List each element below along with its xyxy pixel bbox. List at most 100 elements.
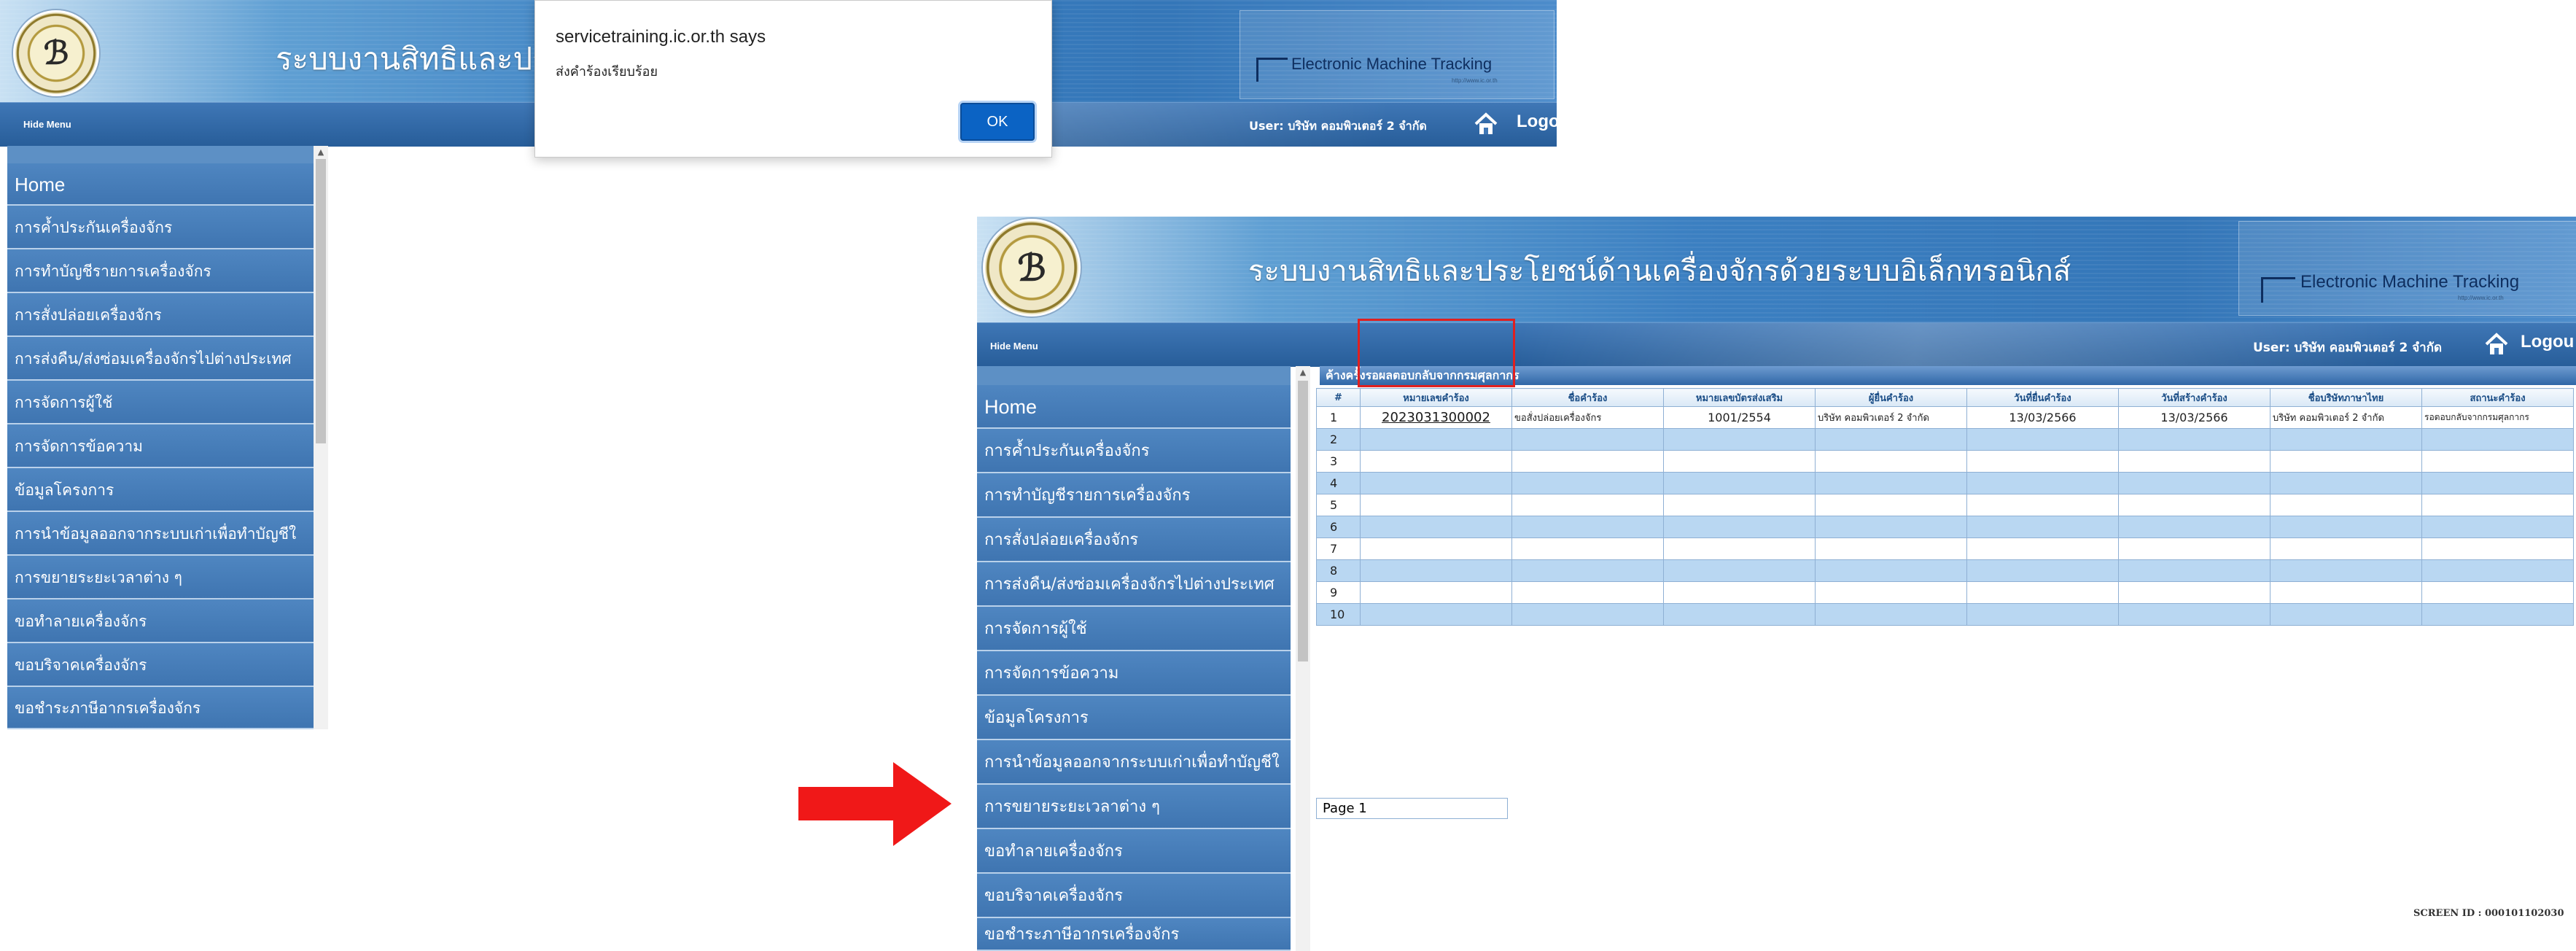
sidebar-item-legacy-export[interactable]: การนำข้อมูลออกจากระบบเก่าเพื่อทำบัญชีใ [7, 512, 314, 556]
sidebar-item-pay-tax[interactable]: ขอชำระภาษีอากรเครื่องจักร [977, 918, 1291, 951]
col-header-promo-card[interactable]: หมายเลขบัตรส่งเสริม [1663, 388, 1816, 407]
promo-no-cell: 1001/2554 [1663, 406, 1816, 429]
table-row: 1 2023031300002 ขอสั่งปล่อยเครื่องจักร 1… [1316, 406, 2574, 429]
sidebar-item-user-management[interactable]: การจัดการผู้ใช้ [7, 381, 314, 424]
row-number: 9 [1316, 581, 1361, 604]
sidebar-item-label: การทำบัญชีรายการเครื่องจักร [15, 263, 211, 280]
col-header-submit-date[interactable]: วันที่ยื่นคำร้อง [1966, 388, 2119, 407]
department-logo: ℬ [13, 10, 99, 96]
screen-id: SCREEN ID : 000101102030 [2413, 908, 2564, 919]
table-row: 3 [1316, 450, 2574, 473]
sidebar-item-release-order[interactable]: การสั่งปล่อยเครื่องจักร [977, 518, 1291, 562]
request-name-cell: ขอสั่งปล่อยเครื่องจักร [1511, 406, 1664, 429]
col-header-request-no[interactable]: หมายเลขคำร้อง [1360, 388, 1512, 407]
col-header-number[interactable]: # [1316, 388, 1361, 407]
home-icon[interactable] [2483, 332, 2510, 357]
app-header: ℬ ระบบงานสิทธิและประโยชน์ด้านเครื่องจักร… [977, 217, 2576, 322]
emt-title: Electronic Machine Tracking [2300, 272, 2520, 292]
col-header-request-name[interactable]: ชื่อคำร้อง [1511, 388, 1664, 407]
table-row: 5 [1316, 494, 2574, 516]
department-logo: ℬ [983, 219, 1081, 317]
sidebar-item-label: ข้อมูลโครงการ [15, 481, 114, 499]
logout-link[interactable]: Logou [2521, 332, 2574, 352]
col-header-create-date[interactable]: วันที่สร้างคำร้อง [2118, 388, 2270, 407]
sidebar-item-guarantee[interactable]: การค้ำประกันเครื่องจักร [7, 206, 314, 249]
sidebar-scrollbar[interactable]: ▲ [1296, 366, 1310, 951]
table-header-row: # หมายเลขคำร้อง ชื่อคำร้อง หมายเลขบัตรส่… [1316, 388, 2574, 407]
emt-title: Electronic Machine Tracking [1291, 55, 1493, 73]
scroll-up-icon[interactable]: ▲ [1296, 366, 1310, 379]
scroll-thumb[interactable] [1298, 381, 1308, 661]
table-row: 10 [1316, 603, 2574, 626]
hide-menu-link[interactable]: Hide Menu [23, 119, 71, 130]
sidebar-item-donate-machine[interactable]: ขอบริจาคเครื่องจักร [977, 874, 1291, 918]
table-row: 6 [1316, 516, 2574, 538]
sidebar-item-machine-list[interactable]: การทำบัญชีรายการเครื่องจักร [977, 473, 1291, 518]
emt-bracket-icon [2261, 277, 2295, 303]
row-number: 8 [1316, 559, 1361, 582]
table-row: 4 [1316, 472, 2574, 494]
sidebar-item-extend-period[interactable]: การขยายระยะเวลาต่าง ๆ [977, 785, 1291, 829]
sidebar-item-pay-tax[interactable]: ขอชำระภาษีอากรเครื่องจักร [7, 687, 314, 729]
emt-banner: Electronic Machine Tracking http://www.i… [1240, 10, 1554, 99]
dialog-message: ส่งคำร้องเรียบร้อย [556, 64, 658, 79]
sidebar-item-label: การส่งคืน/ส่งซ่อมเครื่องจักรไปต่างประเทศ [984, 575, 1275, 594]
sidebar-menu: Home การค้ำประกันเครื่องจักร การทำบัญชีร… [977, 366, 1291, 951]
sidebar-item-label: การสั่งปล่อยเครื่องจักร [984, 531, 1139, 549]
sidebar-item-label: การนำข้อมูลออกจากระบบเก่าเพื่อทำบัญชีใ [984, 753, 1280, 772]
sidebar-item-label: ขอบริจาคเครื่องจักร [984, 887, 1124, 905]
submit-date-cell: 13/03/2566 [1966, 406, 2119, 429]
sidebar-item-message-management[interactable]: การจัดการข้อความ [7, 424, 314, 468]
user-label: User: บริษัท คอมพิวเตอร์ 2 จำกัด [1249, 119, 1427, 133]
ok-button[interactable]: OK [960, 103, 1035, 141]
emt-bracket-icon [1256, 58, 1288, 82]
col-header-applicant[interactable]: ผู้ยื่นคำร้อง [1815, 388, 1967, 407]
col-header-company-th[interactable]: ชื่อบริษัทภาษาไทย [2270, 388, 2422, 407]
home-icon[interactable] [1473, 112, 1499, 136]
sidebar-item-user-management[interactable]: การจัดการผู้ใช้ [977, 607, 1291, 651]
sidebar-item-return-repair[interactable]: การส่งคืน/ส่งซ่อมเครื่องจักรไปต่างประเทศ [977, 562, 1291, 607]
sidebar-item-machine-list[interactable]: การทำบัญชีรายการเครื่องจักร [7, 249, 314, 293]
sidebar-item-destroy-machine[interactable]: ขอทำลายเครื่องจักร [7, 599, 314, 643]
sidebar-item-legacy-export[interactable]: การนำข้อมูลออกจากระบบเก่าเพื่อทำบัญชีใ [977, 740, 1291, 785]
sidebar-item-label: การขยายระยะเวลาต่าง ๆ [15, 569, 182, 586]
sidebar-item-return-repair[interactable]: การส่งคืน/ส่งซ่อมเครื่องจักรไปต่างประเทศ [7, 337, 314, 381]
sidebar-scrollbar[interactable]: ▲ [314, 146, 328, 729]
request-no-link[interactable]: 2023031300002 [1382, 410, 1490, 425]
sidebar-item-label: ขอชำระภาษีอากรเครื่องจักร [15, 699, 201, 717]
alert-dialog: servicetraining.ic.or.th says ส่งคำร้องเ… [534, 0, 1052, 158]
request-table: # หมายเลขคำร้อง ชื่อคำร้อง หมายเลขบัตรส่… [1316, 388, 2574, 626]
row-number: 10 [1316, 603, 1361, 626]
sidebar-item-guarantee[interactable]: การค้ำประกันเครื่องจักร [977, 429, 1291, 473]
hide-menu-link[interactable]: Hide Menu [990, 341, 1038, 352]
sidebar-item-release-order[interactable]: การสั่งปล่อยเครื่องจักร [7, 293, 314, 337]
sidebar-item-label: ขอทำลายเครื่องจักร [15, 613, 147, 630]
sidebar-item-home[interactable]: Home [7, 163, 314, 206]
sidebar-item-label: การค้ำประกันเครื่องจักร [984, 442, 1150, 460]
sidebar-item-project-info[interactable]: ข้อมูลโครงการ [7, 468, 314, 512]
pager[interactable]: Page 1 [1316, 798, 1508, 819]
sidebar-item-label: การจัดการผู้ใช้ [984, 620, 1087, 638]
row-number: 7 [1316, 537, 1361, 560]
create-date-cell: 13/03/2566 [2118, 406, 2270, 429]
sidebar-item-label: ขอทำลายเครื่องจักร [984, 842, 1123, 861]
user-label: User: บริษัท คอมพิวเตอร์ 2 จำกัด [2253, 341, 2443, 355]
logout-link[interactable]: Logo [1517, 112, 1557, 132]
table-row: 9 [1316, 581, 2574, 604]
sidebar-item-project-info[interactable]: ข้อมูลโครงการ [977, 696, 1291, 740]
sidebar-item-home[interactable]: Home [977, 385, 1291, 429]
sidebar-item-message-management[interactable]: การจัดการข้อความ [977, 651, 1291, 696]
request-no-cell: 2023031300002 [1360, 406, 1512, 429]
sidebar-item-destroy-machine[interactable]: ขอทำลายเครื่องจักร [977, 829, 1291, 874]
sidebar-item-label: ข้อมูลโครงการ [984, 709, 1089, 727]
sidebar-item-extend-period[interactable]: การขยายระยะเวลาต่าง ๆ [7, 556, 314, 599]
scroll-thumb[interactable] [316, 159, 326, 443]
content-area: Home การค้ำประกันเครื่องจักร การทำบัญชีร… [977, 319, 2576, 951]
dialog-title: servicetraining.ic.or.th says [556, 27, 766, 47]
status-cell: รอตอบกลับจากกรมศุลกากร [2421, 406, 2574, 429]
scroll-up-icon[interactable]: ▲ [314, 146, 328, 159]
sidebar-item-donate-machine[interactable]: ขอบริจาคเครื่องจักร [7, 643, 314, 687]
emt-banner: Electronic Machine Tracking http://www.i… [2238, 221, 2576, 316]
row-number: 3 [1316, 450, 1361, 473]
col-header-status[interactable]: สถานะคำร้อง [2421, 388, 2574, 407]
